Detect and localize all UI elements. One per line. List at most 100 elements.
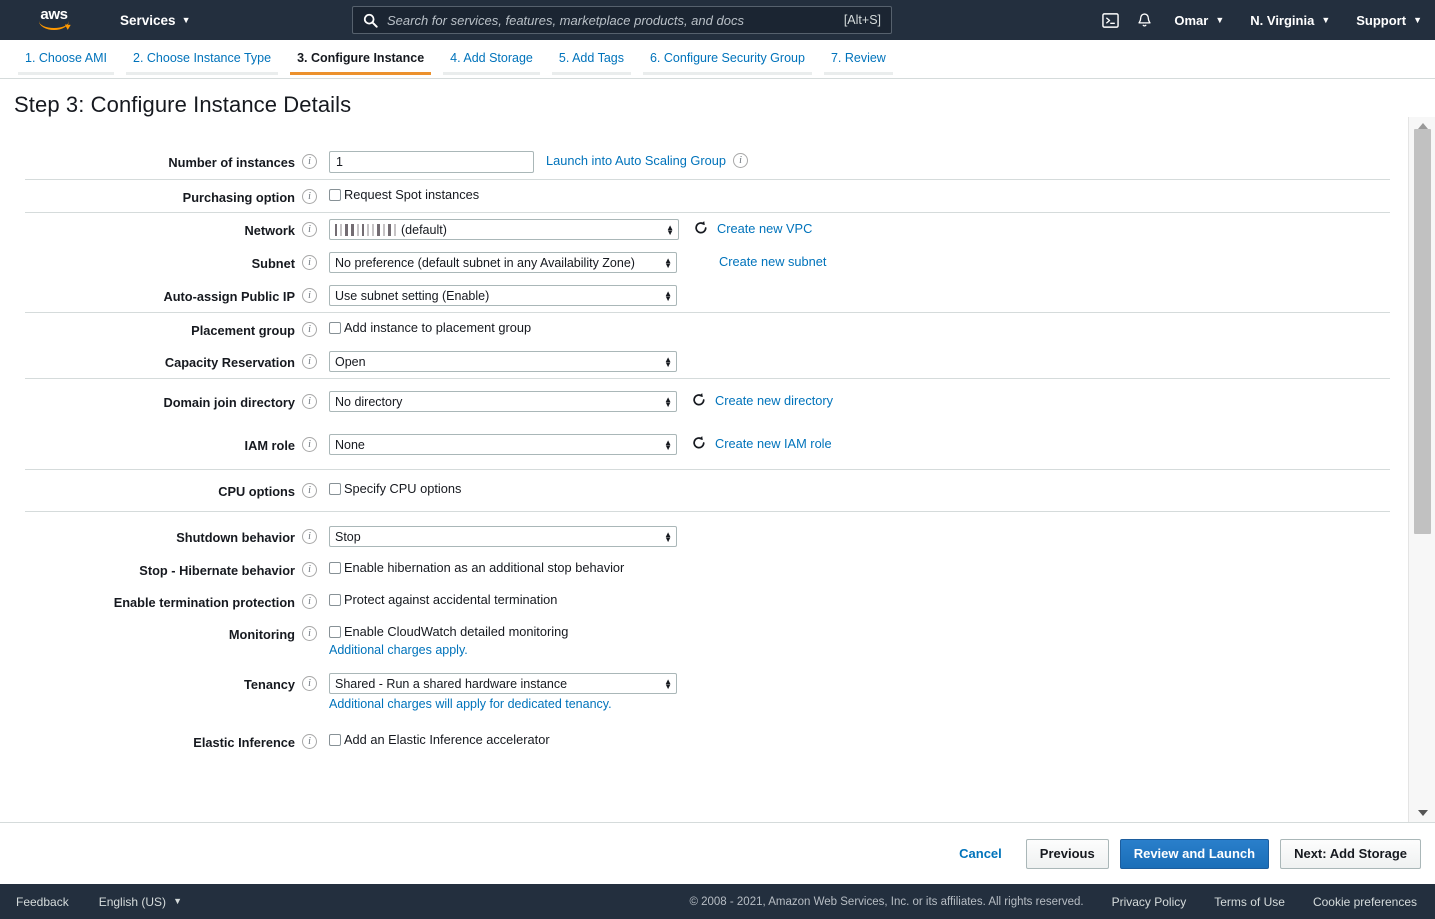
field-shutdown-behavior: Shutdown behavior i Stop ▲ ▼ <box>25 512 1390 553</box>
global-search-box[interactable]: [Alt+S] <box>352 6 892 34</box>
info-icon[interactable]: i <box>302 394 317 409</box>
form-group-cpu: CPU options i Specify CPU options <box>25 470 1390 512</box>
tab-add-tags[interactable]: 5. Add Tags <box>546 40 637 78</box>
info-icon[interactable]: i <box>302 255 317 270</box>
refresh-directory-button[interactable] <box>691 391 707 408</box>
tenancy-select[interactable]: Shared - Run a shared hardware instance … <box>329 673 677 694</box>
search-input[interactable] <box>387 12 836 28</box>
info-icon[interactable]: i <box>302 222 317 237</box>
privacy-policy-link[interactable]: Privacy Policy <box>1112 895 1187 909</box>
info-icon[interactable]: i <box>733 153 748 168</box>
terms-of-use-link[interactable]: Terms of Use <box>1214 895 1285 909</box>
monitoring-charges-link[interactable]: Additional charges apply. <box>329 643 568 657</box>
tab-configure-security-group[interactable]: 6. Configure Security Group <box>637 40 818 78</box>
info-icon[interactable]: i <box>302 322 317 337</box>
network-vpc-select[interactable]: (default) ▲ ▼ <box>329 219 679 240</box>
info-icon[interactable]: i <box>302 676 317 691</box>
refresh-icon <box>695 221 707 234</box>
info-icon[interactable]: i <box>302 354 317 369</box>
info-icon[interactable]: i <box>302 529 317 544</box>
wizard-action-bar: Cancel Previous Review and Launch Next: … <box>0 822 1435 884</box>
info-icon[interactable]: i <box>302 734 317 749</box>
bell-icon <box>1138 12 1151 26</box>
checkbox-label[interactable]: Request Spot instances <box>344 187 479 203</box>
tenancy-charges-link[interactable]: Additional charges will apply for dedica… <box>329 697 677 711</box>
aws-logo[interactable]: aws <box>34 7 74 33</box>
cloudshell-button[interactable] <box>1093 0 1127 40</box>
info-icon[interactable]: i <box>302 288 317 303</box>
info-icon[interactable]: i <box>302 562 317 577</box>
tab-configure-instance[interactable]: 3. Configure Instance <box>284 40 437 78</box>
form-vertical-scrollbar[interactable] <box>1408 117 1435 822</box>
auto-assign-public-ip-select[interactable]: Use subnet setting (Enable) ▲ ▼ <box>329 285 677 306</box>
notifications-button[interactable] <box>1127 0 1161 40</box>
chevron-updown-icon: ▲ ▼ <box>664 288 672 303</box>
enable-hibernation-checkbox[interactable] <box>329 562 341 574</box>
field-label: Monitoring <box>228 627 295 642</box>
language-selector[interactable]: English (US) ▼ <box>99 895 182 909</box>
user-menu[interactable]: Omar ▼ <box>1161 0 1237 40</box>
tab-add-storage[interactable]: 4. Add Storage <box>437 40 546 78</box>
info-icon[interactable]: i <box>302 437 317 452</box>
region-menu[interactable]: N. Virginia ▼ <box>1237 0 1343 40</box>
chevron-updown-icon: ▲ ▼ <box>664 676 672 691</box>
create-new-subnet-link[interactable]: Create new subnet <box>719 252 826 269</box>
chevron-updown-icon: ▲ ▼ <box>664 354 672 369</box>
support-menu[interactable]: Support ▼ <box>1343 0 1435 40</box>
scroll-down-arrow[interactable] <box>1409 804 1435 822</box>
info-icon[interactable]: i <box>302 189 317 204</box>
checkbox-label[interactable]: Specify CPU options <box>344 481 461 497</box>
checkbox-label[interactable]: Enable hibernation as an additional stop… <box>344 560 624 576</box>
services-menu[interactable]: Services ▼ <box>116 7 194 34</box>
launch-into-auto-scaling-group-link[interactable]: Launch into Auto Scaling Group <box>546 153 726 168</box>
checkbox-label[interactable]: Enable CloudWatch detailed monitoring <box>344 624 568 640</box>
auto-assign-public-ip-value: Use subnet setting (Enable) <box>335 288 490 303</box>
user-menu-label: Omar <box>1174 12 1209 28</box>
subnet-select[interactable]: No preference (default subnet in any Ava… <box>329 252 677 273</box>
capacity-reservation-select[interactable]: Open ▲ ▼ <box>329 351 677 372</box>
domain-join-directory-select[interactable]: No directory ▲ ▼ <box>329 391 677 412</box>
specify-cpu-options-checkbox[interactable] <box>329 483 341 495</box>
refresh-icon <box>693 393 705 406</box>
info-icon[interactable]: i <box>302 483 317 498</box>
field-label: Stop - Hibernate behavior <box>139 563 295 578</box>
refresh-icon <box>693 436 705 449</box>
cancel-button[interactable]: Cancel <box>946 839 1015 869</box>
request-spot-instances-checkbox[interactable] <box>329 189 341 201</box>
create-new-directory-link[interactable]: Create new directory <box>715 391 833 408</box>
elastic-inference-checkbox[interactable] <box>329 734 341 746</box>
create-new-vpc-link[interactable]: Create new VPC <box>717 219 812 236</box>
tab-choose-ami[interactable]: 1. Choose AMI <box>12 40 120 78</box>
top-navigation-bar: aws Services ▼ [Alt+S] Omar <box>0 0 1435 40</box>
cookie-preferences-link[interactable]: Cookie preferences <box>1313 895 1417 909</box>
field-label: Placement group <box>191 323 295 338</box>
checkbox-label[interactable]: Protect against accidental termination <box>344 592 557 608</box>
shutdown-behavior-value: Stop <box>335 529 361 544</box>
field-label: Elastic Inference <box>193 735 295 750</box>
previous-button[interactable]: Previous <box>1025 838 1109 869</box>
support-menu-label: Support <box>1356 12 1407 28</box>
add-instance-to-placement-group-checkbox[interactable] <box>329 322 341 334</box>
info-icon[interactable]: i <box>302 626 317 641</box>
iam-role-select[interactable]: None ▲ ▼ <box>329 434 677 455</box>
tab-review[interactable]: 7. Review <box>818 40 899 78</box>
cloudwatch-monitoring-checkbox[interactable] <box>329 626 341 638</box>
refresh-iam-role-button[interactable] <box>691 434 707 451</box>
info-icon[interactable]: i <box>302 154 317 169</box>
next-add-storage-button[interactable]: Next: Add Storage <box>1280 838 1421 869</box>
feedback-link[interactable]: Feedback <box>16 895 69 909</box>
chevron-updown-icon: ▲ ▼ <box>664 394 672 409</box>
number-of-instances-input[interactable] <box>329 151 534 173</box>
scrollbar-thumb[interactable] <box>1414 129 1431 534</box>
termination-protection-checkbox[interactable] <box>329 594 341 606</box>
shutdown-behavior-select[interactable]: Stop ▲ ▼ <box>329 526 677 547</box>
checkbox-label[interactable]: Add instance to placement group <box>344 320 531 336</box>
checkbox-label[interactable]: Add an Elastic Inference accelerator <box>344 732 550 748</box>
review-and-launch-button[interactable]: Review and Launch <box>1119 838 1270 869</box>
field-label: Tenancy <box>244 677 295 692</box>
info-icon[interactable]: i <box>302 594 317 609</box>
create-new-iam-role-link[interactable]: Create new IAM role <box>715 434 832 451</box>
tab-choose-instance-type[interactable]: 2. Choose Instance Type <box>120 40 284 78</box>
field-network: Network i (default) ▲ ▼ Create new VPC <box>25 213 1390 246</box>
refresh-vpc-button[interactable] <box>693 219 709 236</box>
